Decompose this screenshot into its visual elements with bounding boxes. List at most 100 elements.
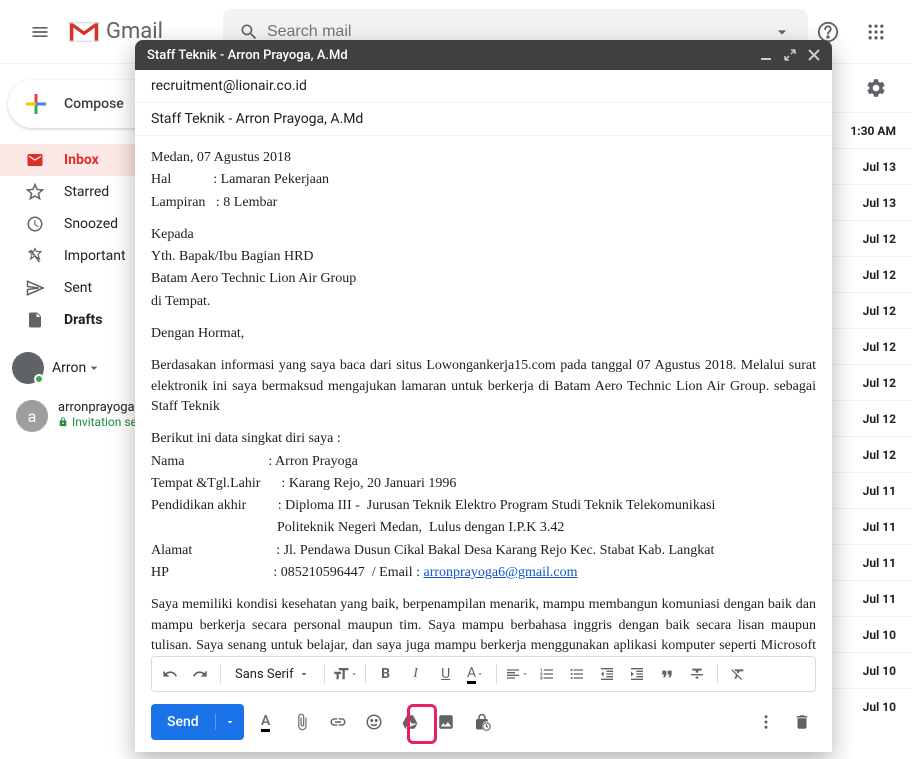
emoji-icon: [365, 713, 383, 731]
nav-label: Sent: [64, 280, 92, 296]
compose-window: Staff Teknik - Arron Prayoga, A.Md recru…: [135, 40, 832, 752]
nav-icon: [26, 215, 46, 233]
compose-window-header[interactable]: Staff Teknik - Arron Prayoga, A.Md: [135, 40, 832, 70]
more-vert-icon: [757, 713, 775, 731]
mail-date: 1:30 AM: [850, 124, 896, 138]
mail-date: Jul 11: [863, 484, 896, 498]
clear-format-button[interactable]: [724, 660, 752, 688]
mail-date: Jul 10: [863, 700, 896, 714]
quote-icon: [659, 666, 675, 682]
mail-date: Jul 12: [863, 412, 896, 426]
drive-icon: [401, 713, 419, 731]
nav-label: Drafts: [64, 312, 102, 328]
nav-label: Snoozed: [64, 216, 118, 232]
paperclip-icon: [293, 713, 311, 731]
nav-icon: [26, 151, 46, 169]
quote-button[interactable]: [653, 660, 681, 688]
attach-file-button[interactable]: [288, 708, 316, 736]
bold-button[interactable]: B: [372, 660, 400, 688]
email-link[interactable]: arronprayoga6@gmail.com: [423, 565, 577, 580]
text-color-button[interactable]: A: [462, 660, 490, 688]
chevron-down-icon: [86, 360, 102, 376]
conversation-avatar: a: [16, 400, 48, 432]
mail-date: Jul 11: [863, 556, 896, 570]
mail-date: Jul 12: [863, 304, 896, 318]
underline-button[interactable]: U: [432, 660, 460, 688]
italic-button[interactable]: I: [402, 660, 430, 688]
compose-footer: Send A: [135, 692, 832, 752]
mail-date: Jul 10: [863, 628, 896, 642]
link-icon: [329, 713, 347, 731]
gmail-m-icon: [68, 20, 100, 44]
indent-more-icon: [629, 666, 645, 682]
align-icon: [505, 666, 521, 682]
redo-button[interactable]: [186, 660, 214, 688]
mail-date: Jul 12: [863, 340, 896, 354]
nav-icon: [26, 311, 46, 329]
mail-date: Jul 13: [863, 160, 896, 174]
more-options-button[interactable]: [752, 708, 780, 736]
confidential-button[interactable]: [468, 708, 496, 736]
undo-button[interactable]: [156, 660, 184, 688]
bullet-list-button[interactable]: [563, 660, 591, 688]
format-toggle-button[interactable]: A: [252, 708, 280, 736]
insert-link-button[interactable]: [324, 708, 352, 736]
fullscreen-button[interactable]: [784, 49, 796, 61]
insert-emoji-button[interactable]: [360, 708, 388, 736]
nav-icon: [26, 247, 46, 265]
close-button[interactable]: [808, 49, 820, 61]
font-selector[interactable]: Sans Serif: [227, 667, 318, 682]
bullet-list-icon: [569, 666, 585, 682]
indent-more-button[interactable]: [623, 660, 651, 688]
nav-label: Important: [64, 248, 126, 264]
clear-format-icon: [730, 666, 746, 682]
to-field[interactable]: recruitment@lionair.co.id: [135, 70, 832, 103]
user-name-label: Arron: [52, 360, 86, 376]
discard-draft-button[interactable]: [788, 708, 816, 736]
nav-label: Starred: [64, 184, 109, 200]
mail-date: Jul 12: [863, 232, 896, 246]
insert-drive-button[interactable]: [396, 708, 424, 736]
strikethrough-icon: [689, 666, 705, 682]
mail-date: Jul 13: [863, 196, 896, 210]
lock-icon: [58, 417, 68, 427]
send-options-button[interactable]: [216, 716, 244, 728]
search-input[interactable]: [267, 23, 764, 41]
mail-date: Jul 11: [863, 520, 896, 534]
minimize-icon: [760, 49, 772, 61]
mail-date: Jul 12: [863, 376, 896, 390]
presence-dot-icon: [34, 374, 44, 384]
hamburger-menu-button[interactable]: [16, 8, 64, 56]
send-button[interactable]: Send: [151, 704, 244, 740]
photo-icon: [437, 713, 455, 731]
insert-photo-button[interactable]: [432, 708, 460, 736]
gear-icon: [865, 77, 887, 99]
align-button[interactable]: [503, 660, 531, 688]
compose-label: Compose: [64, 96, 124, 112]
compose-body[interactable]: Medan, 07 Agustus 2018 Hal : Lamaran Pek…: [135, 136, 832, 656]
nav-icon: [26, 183, 46, 201]
numbered-list-icon: [539, 666, 555, 682]
undo-icon: [162, 666, 178, 682]
settings-button[interactable]: [856, 68, 896, 108]
nav-label: Inbox: [64, 152, 99, 168]
mail-date: Jul 12: [863, 268, 896, 282]
user-avatar: [12, 352, 44, 384]
strikethrough-button[interactable]: [683, 660, 711, 688]
expand-icon: [784, 49, 796, 61]
subject-field[interactable]: Staff Teknik - Arron Prayoga, A.Md: [135, 103, 832, 136]
close-icon: [808, 49, 820, 61]
minimize-button[interactable]: [760, 49, 772, 61]
font-size-button[interactable]: [331, 660, 359, 688]
mail-date: Jul 12: [863, 448, 896, 462]
redo-icon: [192, 666, 208, 682]
indent-less-icon: [599, 666, 615, 682]
menu-icon: [30, 22, 50, 42]
chevron-down-icon: [298, 668, 310, 680]
compose-window-title: Staff Teknik - Arron Prayoga, A.Md: [147, 48, 760, 63]
numbered-list-button[interactable]: [533, 660, 561, 688]
indent-less-button[interactable]: [593, 660, 621, 688]
apps-button[interactable]: [856, 12, 896, 52]
apps-grid-icon: [866, 22, 886, 42]
nav-icon: [26, 279, 46, 297]
